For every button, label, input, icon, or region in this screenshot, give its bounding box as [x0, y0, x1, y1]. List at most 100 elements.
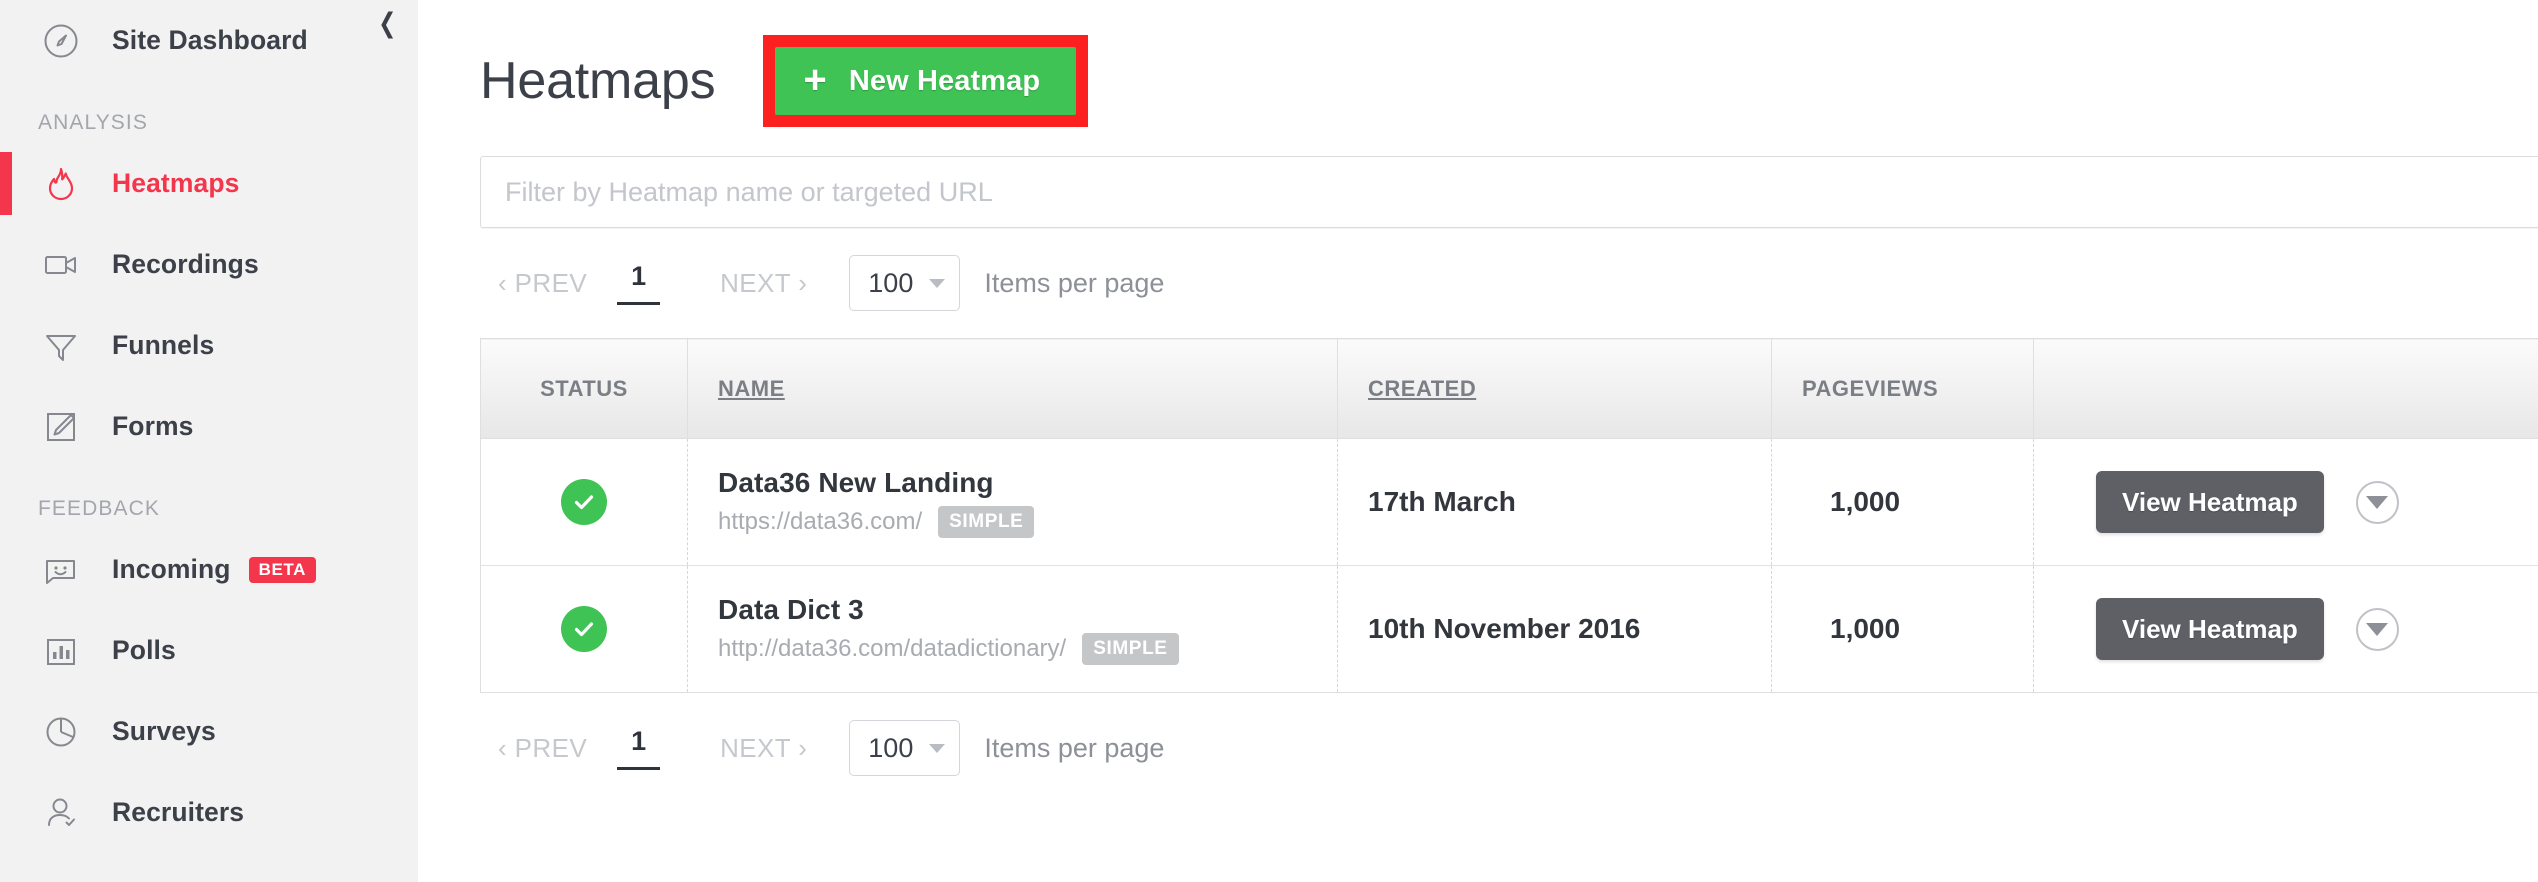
column-header-name[interactable]: NAME	[687, 338, 1338, 439]
cell-name: Data36 New Landing https://data36.com/ S…	[687, 438, 1338, 566]
page-number[interactable]: 1	[617, 726, 661, 770]
sidebar-item-label: Surveys	[112, 716, 216, 746]
sidebar-item-label: Forms	[112, 411, 194, 441]
heatmap-url: http://data36.com/datadictionary/	[718, 634, 1067, 662]
sidebar-item-label: Funnels	[112, 330, 215, 360]
plus-icon: +	[803, 58, 827, 102]
filter-input[interactable]	[480, 156, 2538, 228]
chevron-left-icon: ❮	[377, 7, 397, 39]
heatmap-meta: https://data36.com/ SIMPLE	[718, 505, 1337, 538]
cell-status	[480, 565, 688, 693]
sidebar-item-incoming[interactable]: Incoming BETA	[0, 529, 418, 610]
pie-chart-icon	[38, 709, 84, 755]
cell-created: 17th March	[1337, 438, 1772, 566]
cell-actions: View Heatmap	[2033, 438, 2538, 566]
items-per-page-label: Items per page	[984, 267, 1165, 298]
pencil-square-icon	[38, 404, 84, 450]
table-row: Data Dict 3 http://data36.com/datadictio…	[480, 565, 2538, 693]
sidebar-item-label: Polls	[112, 635, 176, 665]
filter-row	[480, 156, 2538, 228]
heatmap-name[interactable]: Data36 New Landing	[718, 467, 1337, 499]
cell-name: Data Dict 3 http://data36.com/datadictio…	[687, 565, 1338, 693]
table-body: Data36 New Landing https://data36.com/ S…	[480, 438, 2538, 693]
created-date: 17th March	[1368, 486, 1516, 517]
pageviews-value: 1,000	[1830, 486, 1901, 517]
beta-badge: BETA	[248, 556, 316, 583]
sidebar-item-label: Heatmaps	[112, 168, 240, 198]
table-row: Data36 New Landing https://data36.com/ S…	[480, 438, 2538, 566]
heatmap-url: https://data36.com/	[718, 507, 923, 535]
column-header-created[interactable]: CREATED	[1337, 338, 1772, 439]
new-heatmap-highlight-box: + New Heatmap	[763, 35, 1089, 127]
funnel-icon	[38, 323, 84, 369]
video-camera-icon	[38, 242, 84, 288]
sidebar-item-label: Recruiters	[112, 797, 245, 827]
column-header-actions	[2033, 338, 2538, 439]
chevron-down-circle-icon	[2366, 622, 2389, 636]
next-page-button[interactable]: NEXT ›	[720, 268, 807, 299]
sort-by-created[interactable]: CREATED	[1368, 376, 1476, 401]
sidebar-nav-list: Site Dashboard ANALYSIS Heatmaps Recordi…	[0, 0, 418, 853]
sidebar-item-label: Recordings	[112, 249, 259, 279]
prev-page-button[interactable]: ‹ PREV	[498, 733, 587, 764]
sidebar-item-label: Incoming	[112, 554, 231, 584]
created-date: 10th November 2016	[1368, 613, 1641, 644]
sidebar-item-recruiters[interactable]: Recruiters	[0, 772, 418, 853]
page-header: Heatmaps + New Heatmap	[480, 0, 2538, 156]
cell-status	[480, 438, 688, 566]
sidebar-item-surveys[interactable]: Surveys	[0, 691, 418, 772]
pagination-top: ‹ PREV 1 NEXT › 100 Items per page	[480, 228, 2538, 338]
view-heatmap-button[interactable]: View Heatmap	[2096, 598, 2324, 660]
speedometer-icon	[38, 18, 84, 64]
items-per-page-select[interactable]: 100	[849, 255, 961, 311]
items-per-page-label: Items per page	[984, 732, 1165, 763]
cell-pageviews: 1,000	[1771, 565, 2034, 693]
page-number[interactable]: 1	[617, 261, 661, 305]
chevron-down-circle-icon	[2366, 495, 2389, 509]
pageviews-value: 1,000	[1830, 613, 1901, 644]
items-per-page-value: 100	[868, 732, 914, 763]
new-heatmap-button-label: New Heatmap	[848, 64, 1041, 97]
prev-page-button[interactable]: ‹ PREV	[498, 268, 587, 299]
app-root: ❮ Site Dashboard ANALYSIS Heatmaps Recor…	[0, 0, 2538, 882]
main-content: Heatmaps + New Heatmap ‹ PREV 1 NEXT › 1…	[418, 0, 2538, 882]
row-menu-button[interactable]	[2355, 607, 2399, 651]
chevron-down-icon	[929, 743, 946, 753]
cell-created: 10th November 2016	[1337, 565, 1772, 693]
sidebar-item-forms[interactable]: Forms	[0, 386, 418, 467]
sidebar-item-recordings[interactable]: Recordings	[0, 224, 418, 305]
heatmap-meta: http://data36.com/datadictionary/ SIMPLE	[718, 632, 1337, 665]
flame-icon	[38, 161, 84, 207]
sidebar-collapse-button[interactable]: ❮	[356, 0, 418, 50]
cell-pageviews: 1,000	[1771, 438, 2034, 566]
items-per-page-value: 100	[868, 267, 914, 298]
sidebar-item-heatmaps[interactable]: Heatmaps	[0, 143, 418, 224]
user-check-icon	[38, 790, 84, 836]
new-heatmap-button[interactable]: + New Heatmap	[775, 47, 1077, 115]
sidebar-section-analysis-label: ANALYSIS	[38, 111, 148, 134]
heatmap-type-tag: SIMPLE	[938, 505, 1035, 538]
sidebar-item-funnels[interactable]: Funnels	[0, 305, 418, 386]
row-actions: View Heatmap	[2064, 471, 2538, 533]
heatmap-name[interactable]: Data Dict 3	[718, 594, 1337, 626]
sort-by-name[interactable]: NAME	[718, 376, 785, 401]
table-header-row: STATUS NAME CREATED PAGEVIEWS	[480, 338, 2538, 439]
row-menu-button[interactable]	[2355, 480, 2399, 524]
heatmap-type-tag: SIMPLE	[1082, 632, 1179, 665]
chevron-down-icon	[929, 278, 946, 288]
heatmaps-table: STATUS NAME CREATED PAGEVIEWS Data36 New…	[480, 338, 2538, 693]
items-per-page-select[interactable]: 100	[849, 720, 961, 776]
page-title: Heatmaps	[480, 52, 716, 110]
sidebar-item-label: Site Dashboard	[112, 25, 308, 55]
speech-bubble-smiley-icon	[38, 547, 84, 593]
cell-actions: View Heatmap	[2034, 566, 2538, 693]
check-circle-icon	[561, 606, 607, 652]
sidebar-item-polls[interactable]: Polls	[0, 610, 418, 691]
column-header-pageviews: PAGEVIEWS	[1771, 338, 2034, 439]
column-header-status: STATUS	[480, 338, 688, 439]
bar-chart-icon	[38, 628, 84, 674]
sidebar-section-feedback-label: FEEDBACK	[38, 497, 160, 520]
next-page-button[interactable]: NEXT ›	[720, 733, 807, 764]
pagination-bottom: ‹ PREV 1 NEXT › 100 Items per page	[480, 693, 2538, 803]
view-heatmap-button[interactable]: View Heatmap	[2096, 471, 2324, 533]
